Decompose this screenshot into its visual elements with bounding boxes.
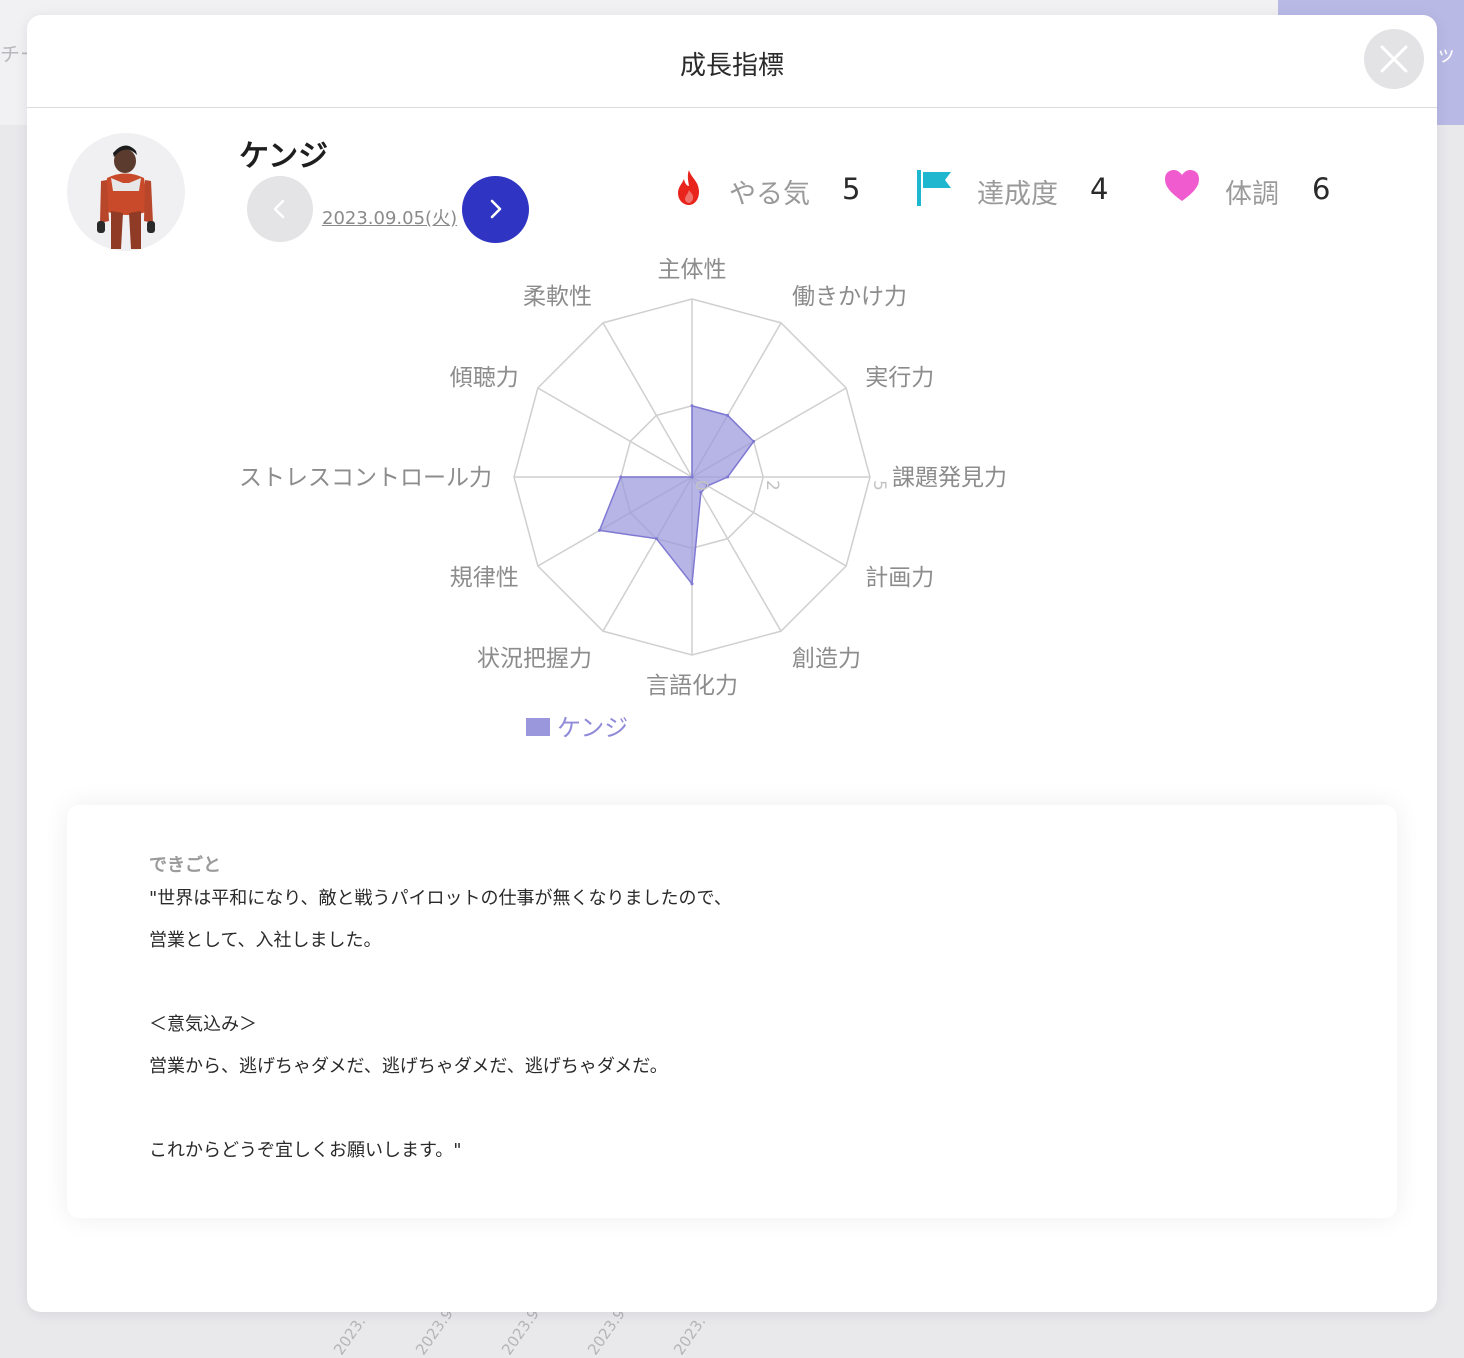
- radar-category-label: 言語化力: [646, 673, 738, 699]
- chevron-left-icon: [273, 199, 285, 219]
- flag-icon: [917, 170, 951, 206]
- radar-category-label: ストレスコントロール力: [239, 465, 492, 491]
- radar-data-point: [699, 490, 703, 494]
- radar-category-label: 実行力: [865, 365, 934, 391]
- radar-data-point: [619, 475, 623, 479]
- growth-modal: 成長指標 ケンジ 2023.09.05(火) やる気 5 達成度 4 体調 6 …: [27, 15, 1437, 1312]
- flame-icon: [678, 170, 699, 205]
- metric-label: 体調: [1225, 179, 1279, 210]
- radar-tick-label: 2: [762, 480, 782, 491]
- radar-category-label: 創造力: [792, 646, 861, 672]
- radar-data-point: [726, 475, 730, 479]
- notes-card: できごと "世界は平和になり、敵と戦うパイロットの仕事が無くなりましたので、 営…: [67, 805, 1397, 1218]
- metric-label: 達成度: [977, 179, 1058, 210]
- radar-chart: 0 2 5 主体性働きかけ力実行力課題発見力計画力創造力言語化力 状況把握力 規律性 ストレ…: [239, 257, 1007, 699]
- radar-category-label: 柔軟性: [523, 284, 592, 310]
- notes-line: これからどうぞ宜しくお願いします。": [149, 1140, 462, 1161]
- radar-tick-label: 5: [869, 480, 889, 491]
- radar-category-label: 傾聴力: [450, 365, 519, 391]
- avatar: [67, 133, 185, 251]
- radar-data-point: [690, 404, 694, 408]
- radar-category-label: 働きかけ力: [792, 284, 907, 310]
- radar-data-point: [598, 528, 602, 532]
- chevron-right-icon: [490, 199, 502, 219]
- notes-body: "世界は平和になり、敵と戦うパイロットの仕事が無くなりましたので、 営業として、…: [149, 885, 1319, 1179]
- heart-icon: [1165, 170, 1199, 201]
- radar-data-point: [654, 537, 658, 541]
- notes-line: [149, 1095, 1319, 1137]
- background-tick: 2023.9: [584, 1304, 629, 1358]
- radar-category-label: 計画力: [865, 565, 934, 591]
- notes-line: ＜意気込み＞: [149, 1014, 257, 1035]
- background-tab-right-label: ッ: [1436, 42, 1456, 66]
- radar-spoke: [537, 387, 693, 478]
- radar-series-area: [598, 404, 755, 586]
- radar-category-label: 主体性: [658, 257, 727, 283]
- user-name: ケンジ: [239, 139, 329, 174]
- close-button[interactable]: [1364, 29, 1424, 89]
- date-link[interactable]: 2023.09.05(火): [322, 204, 457, 230]
- background-tick: 2023.: [670, 1312, 710, 1358]
- notes-line: [149, 969, 1319, 1011]
- modal-title: 成長指標: [679, 51, 784, 81]
- notes-line: 営業から、逃げちゃダメだ、逃げちゃダメだ、逃げちゃダメだ。: [149, 1056, 668, 1077]
- next-date-button[interactable]: [462, 176, 529, 243]
- metric-value: 4: [1090, 172, 1109, 206]
- notes-line: "世界は平和になり、敵と戦うパイロットの仕事が無くなりましたので、: [149, 888, 732, 909]
- radar-category-label: 課題発見力: [892, 465, 1007, 491]
- notes-title: できごと: [149, 855, 221, 876]
- background-tick: 2023.9: [412, 1304, 457, 1358]
- metric-value: 5: [842, 172, 861, 206]
- radar-data-point: [690, 582, 694, 586]
- radar-spoke: [691, 476, 782, 632]
- metric-value: 6: [1312, 172, 1331, 206]
- modal-header: 成長指標: [27, 15, 1437, 108]
- close-icon: [1380, 45, 1408, 73]
- background-tick: 2023.9: [498, 1304, 543, 1358]
- avatar-pilot-icon: [97, 145, 155, 249]
- radar-tick-label: 0: [691, 480, 711, 491]
- prev-date-button[interactable]: [247, 176, 313, 242]
- radar-data-point: [726, 413, 730, 417]
- radar-data-point: [752, 439, 756, 443]
- background-tick: 2023.: [330, 1312, 370, 1358]
- radar-data-point: [690, 475, 694, 479]
- legend-swatch: [526, 718, 550, 736]
- background-axis-ticks: 2023. 2023.9 2023.9 2023.9 2023.: [0, 1305, 1464, 1358]
- notes-line: 営業として、入社しました。: [149, 930, 382, 951]
- legend-label: ケンジ: [557, 714, 629, 742]
- radar-category-label: 規律性: [450, 565, 519, 591]
- radar-category-label: 状況把握力: [477, 646, 592, 672]
- radar-spoke: [602, 322, 693, 478]
- metric-label: やる気: [729, 179, 810, 210]
